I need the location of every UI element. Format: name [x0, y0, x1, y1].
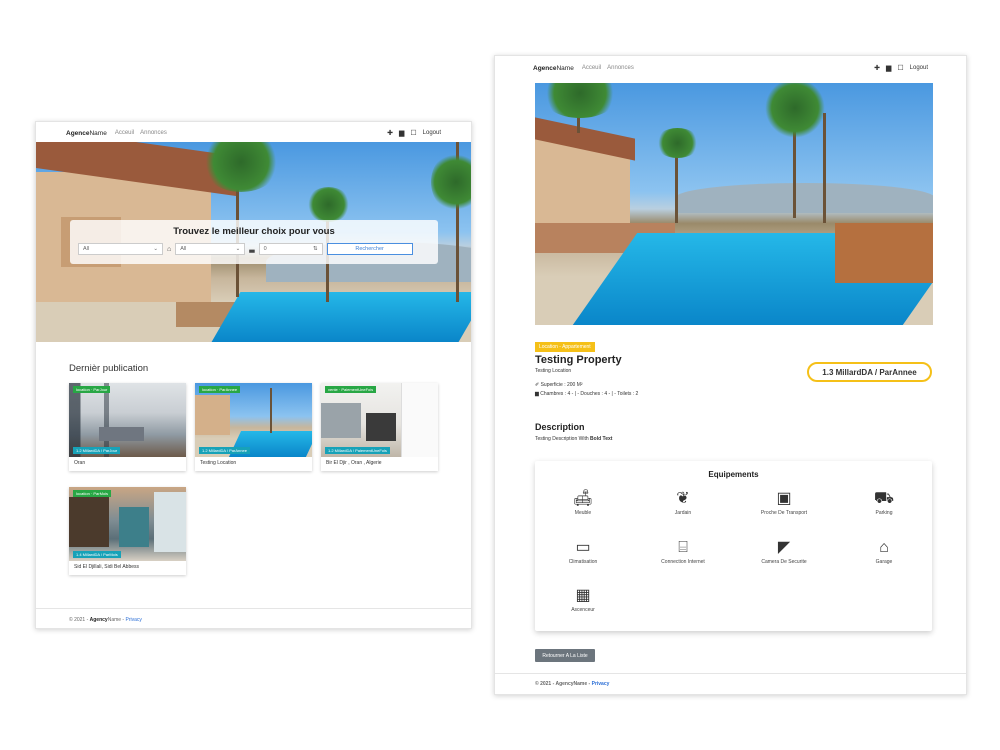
bus-icon: ▣	[776, 490, 792, 507]
calendar-icon[interactable]: ☐	[410, 130, 416, 137]
latest-publications-title: Dernièr publication	[69, 363, 149, 374]
bedrooms-input[interactable]: 0 ⇅	[258, 243, 323, 255]
listing-card[interactable]: location · ParMois 1.4 MillardDA / ParMo…	[69, 487, 186, 575]
brand-logo[interactable]: AgenceName	[533, 65, 574, 72]
listing-price-badge: 1.4 MillardDA / ParMois	[73, 551, 121, 558]
home-icon: ⌂	[167, 245, 172, 253]
property-type-select[interactable]: All ⌄	[175, 243, 246, 255]
listing-type-badge: location · ParJour	[73, 386, 111, 393]
bed-icon[interactable]: ▆	[886, 65, 891, 72]
privacy-link[interactable]: Privacy	[126, 617, 142, 623]
footer: © 2021 - AgencyName - Privacy	[69, 617, 142, 623]
plant-icon: ❦	[676, 490, 690, 507]
air-conditioner-icon: ▭	[575, 539, 591, 556]
property-rooms: ▆ Chambres : 4 - | - Douches : 4 - | - T…	[535, 391, 639, 397]
listing-thumbnail[interactable]: location · ParJour 1.2 MillardDA / ParJo…	[69, 383, 186, 457]
description-title: Description	[535, 422, 585, 432]
camera-icon: ◤	[777, 539, 791, 556]
listing-card[interactable]: vente · PaiementUneFois 1.2 MillardDA / …	[321, 383, 438, 471]
equipements-title: Equipements	[708, 470, 759, 479]
home-page-window: AgenceName Acceuil Annonces ✚ ▆ ☐ Logout…	[35, 121, 472, 629]
listing-card[interactable]: location · ParJour 1.2 MillardDA / ParJo…	[69, 383, 186, 471]
property-detail-window: AgenceName Acceuil Annonces ✚ ▆ ☐ Logout…	[494, 55, 967, 695]
listing-location: Bir El Djir , Oran , Algerie	[326, 460, 382, 466]
listing-price-badge: 1.2 MillardDA / ParAnnee	[199, 447, 250, 454]
navbar: AgenceName Acceuil Annonces ✚ ▆ ☐ Logout	[36, 122, 471, 144]
equipement-item: 🛋 Meuble	[543, 490, 623, 517]
privacy-link[interactable]: Privacy	[592, 681, 610, 687]
transaction-type-select[interactable]: All ⌄	[78, 243, 163, 255]
property-location: Testing Location	[535, 368, 572, 374]
equipement-item: ▣ Proche De Transport	[744, 490, 824, 517]
equipement-item: ▭ Climatisation	[543, 539, 623, 566]
search-button[interactable]: Rechercher	[326, 243, 413, 255]
sofa-icon: 🛋	[572, 490, 594, 507]
listing-type-badge: location · ParMois	[73, 490, 112, 497]
property-type-badge: Location - Appartement	[535, 342, 595, 352]
listing-type-badge: location · ParAnnee	[199, 386, 241, 393]
car-icon: ⛟	[873, 490, 895, 507]
listing-thumbnail[interactable]: location · ParAnnee 1.2 MillardDA / ParA…	[195, 383, 312, 457]
listing-location: Sid El Djillali, Sidi Bel Abbess	[74, 564, 140, 570]
equipement-item: ▦ Ascenceur	[543, 587, 623, 614]
plus-icon[interactable]: ✚	[874, 65, 880, 72]
description-text: Testing Description With Bold Text	[535, 436, 613, 442]
nav-link-annonces[interactable]: Annonces	[140, 130, 167, 136]
back-to-list-button[interactable]: Retourner A La Liste	[535, 649, 595, 662]
equipement-item: ❦ Jardain	[643, 490, 723, 517]
equipement-item: ⛟ Parking	[844, 490, 924, 517]
listing-thumbnail[interactable]: location · ParMois 1.4 MillardDA / ParMo…	[69, 487, 186, 561]
hero-title: Trouvez le meilleur choix pour vous	[173, 226, 335, 237]
listing-price-badge: 1.2 MillardDA / ParJour	[73, 447, 121, 454]
nav-link-accueil[interactable]: Acceuil	[582, 65, 601, 71]
listing-type-badge: vente · PaiementUneFois	[325, 386, 377, 393]
bed-icon[interactable]: ▆	[399, 130, 404, 137]
equipements-card: Equipements 🛋 Meuble ❦ Jardain ▣ Proche …	[535, 461, 932, 631]
property-title: Testing Property	[535, 354, 622, 366]
garage-icon: ⌂	[879, 539, 889, 556]
property-price: 1.3 MillardDA / ParAnnee	[807, 362, 932, 382]
listing-price-badge: 1.2 MillardDA / PaiementUneFois	[325, 447, 390, 454]
property-image	[535, 83, 933, 325]
nav-link-accueil[interactable]: Acceuil	[115, 130, 134, 136]
nav-link-annonces[interactable]: Annonces	[607, 65, 634, 71]
bed-icon: ▃	[249, 246, 255, 253]
calendar-icon[interactable]: ☐	[897, 65, 903, 72]
equipement-item: ⌸ Connection Internet	[643, 539, 723, 566]
listing-thumbnail[interactable]: vente · PaiementUneFois 1.2 MillardDA / …	[321, 383, 438, 457]
brand-logo[interactable]: AgenceName	[66, 130, 107, 137]
property-surface: ✐ Superficie : 200 M²	[535, 382, 583, 388]
listing-location: Oran	[74, 460, 86, 466]
equipement-item: ◤ Camera De Securite	[744, 539, 824, 566]
hero-image: Trouvez le meilleur choix pour vous All ⌄…	[36, 142, 471, 342]
listing-card[interactable]: location · ParAnnee 1.2 MillardDA / ParA…	[195, 383, 312, 471]
equipement-item: ⌂ Garage	[844, 539, 924, 566]
building-icon: ▦	[575, 587, 591, 604]
navbar: AgenceName Acceuil Annonces ✚ ▆ ☐ Logout	[495, 56, 966, 80]
logout-link[interactable]: Logout	[910, 65, 928, 71]
search-panel: Trouvez le meilleur choix pour vous All ⌄…	[70, 220, 438, 264]
router-icon: ⌸	[678, 539, 688, 556]
logout-link[interactable]: Logout	[423, 130, 441, 136]
footer: © 2021 - AgencyName - Privacy	[535, 681, 610, 687]
plus-icon[interactable]: ✚	[387, 130, 393, 137]
listing-location: Testing Location	[200, 460, 237, 466]
